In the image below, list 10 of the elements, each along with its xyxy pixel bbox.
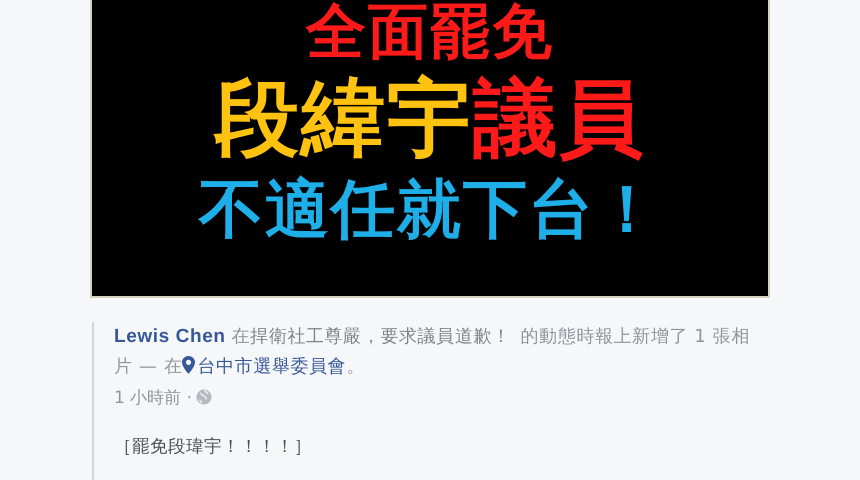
page-link[interactable]: 捍衛社工尊嚴，要求議員道歉！ xyxy=(250,326,511,347)
place-link[interactable]: 台中市選舉委員會 xyxy=(197,356,346,377)
story-text: Lewis Chen 在捍衛社工尊嚴，要求議員道歉！ 的動態時報上新增了 1 張相片 — 在 台中市選舉委員會。 xyxy=(114,325,751,379)
location-pin-icon xyxy=(182,356,196,374)
post-message: ［罷免段瑋宇！！！！］ xyxy=(114,436,313,458)
banner-text: 議員 xyxy=(473,76,645,160)
author-link[interactable]: Lewis Chen xyxy=(114,326,226,347)
banner-text: 段緯宇 xyxy=(215,76,473,160)
banner-text: 全面罷免 xyxy=(306,2,554,62)
globe-icon xyxy=(196,389,212,405)
